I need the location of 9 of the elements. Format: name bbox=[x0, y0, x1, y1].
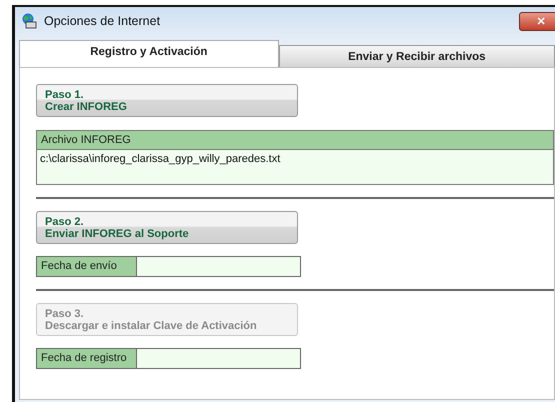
tab[interactable]: Registro y Activación bbox=[19, 40, 279, 67]
step-button[interactable]: Paso 1. Crear INFOREG bbox=[36, 84, 298, 117]
panel-header: Archivo INFOREG bbox=[37, 131, 553, 150]
close-button[interactable]: ✕ bbox=[519, 12, 555, 30]
tab[interactable]: Enviar y Recibir archivos bbox=[278, 45, 555, 67]
window-title: Opciones de Internet bbox=[44, 14, 160, 28]
file-path: c:\clarissa\inforeg_clarissa_gyp_willy_paredes.txt bbox=[39, 152, 282, 167]
step-button[interactable]: Paso 2. Enviar INFOREG al Soporte bbox=[36, 211, 298, 244]
globe-computer-icon bbox=[21, 13, 37, 29]
